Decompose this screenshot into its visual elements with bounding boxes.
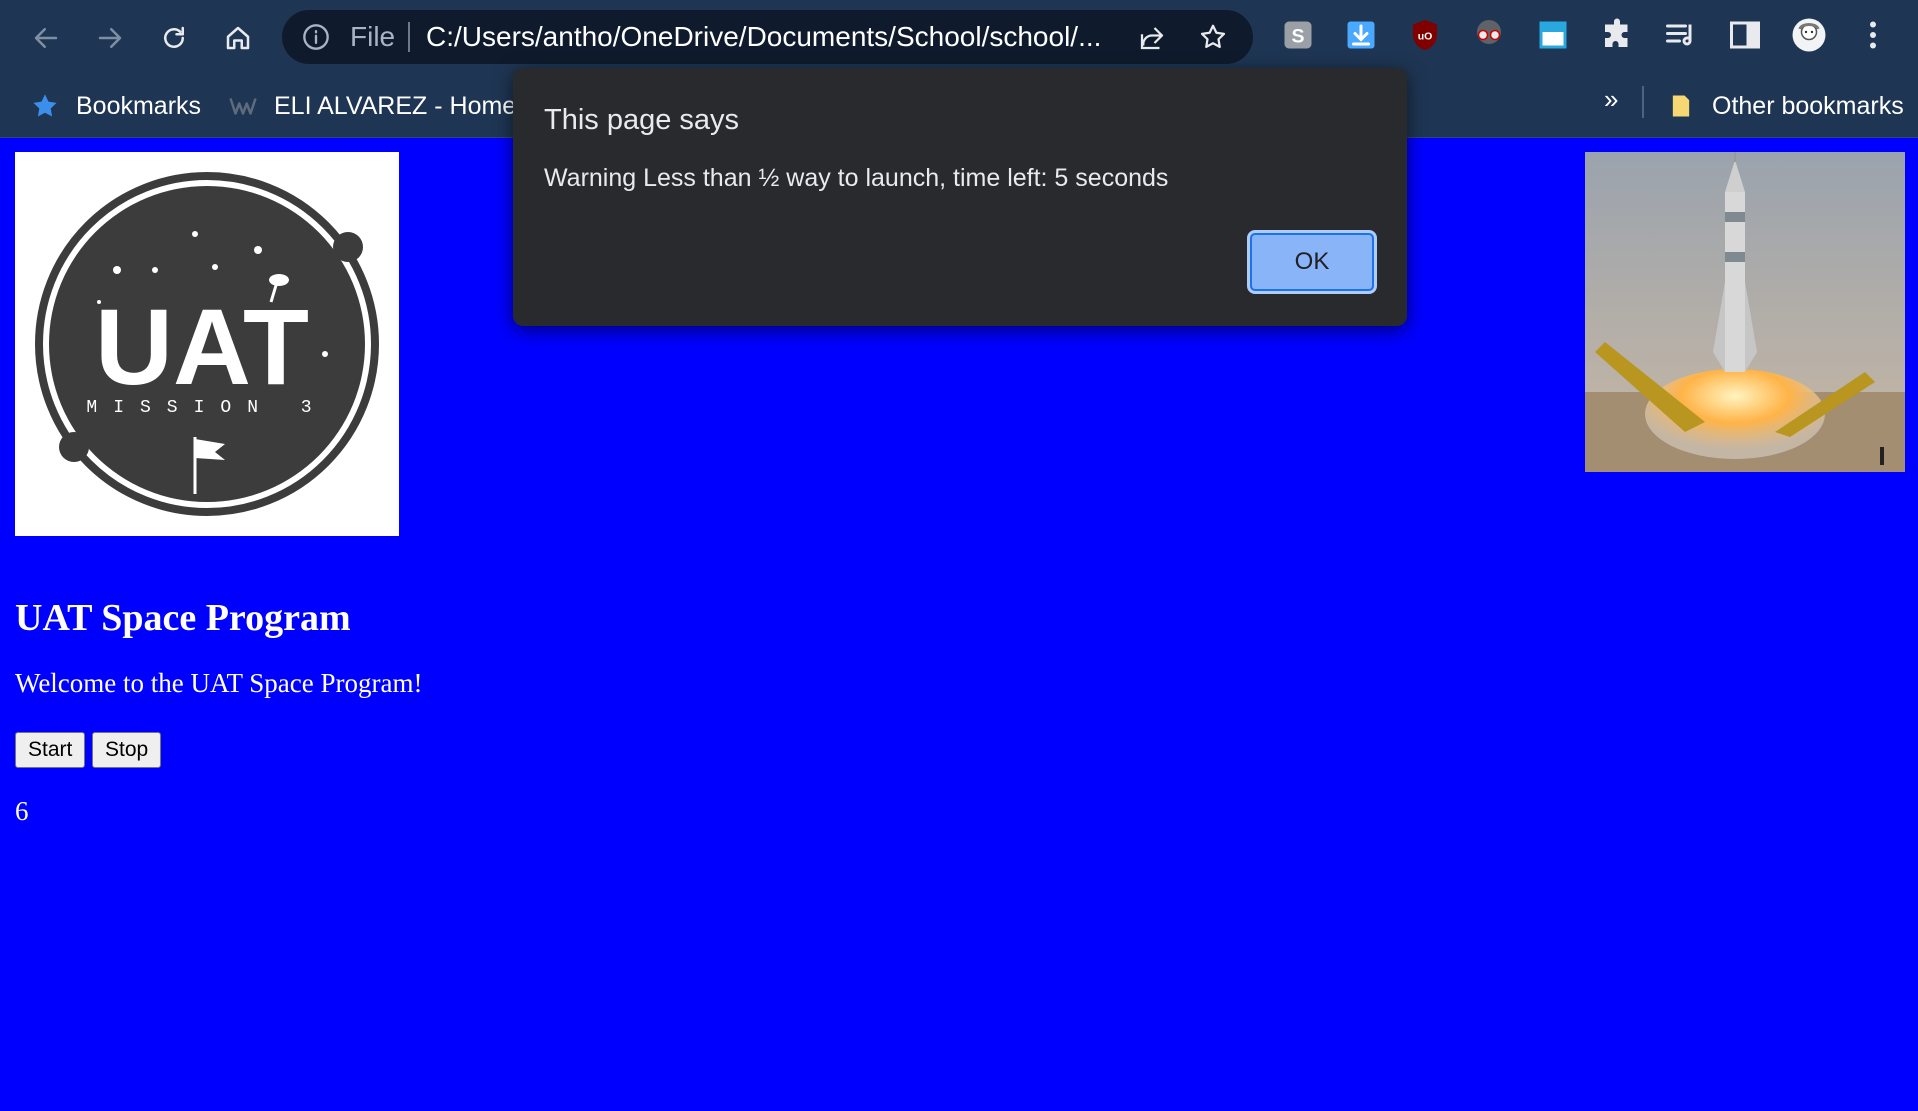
url-text[interactable]: C:/Users/antho/OneDrive/Documents/School…	[426, 21, 1101, 53]
reload-button[interactable]	[154, 18, 194, 58]
omnibox-divider	[408, 22, 410, 52]
dialog-title: This page says	[544, 104, 740, 136]
star-icon	[30, 91, 60, 121]
reload-icon	[164, 26, 184, 48]
rocket-launch-photo	[1585, 152, 1905, 472]
stop-button[interactable]: Stop	[92, 732, 162, 768]
page-title: UAT Space Program	[15, 597, 351, 639]
other-bookmarks-label: Other bookmarks	[1712, 91, 1904, 120]
back-button[interactable]	[26, 18, 66, 58]
side-panel-icon[interactable]	[1726, 16, 1764, 54]
scheme-label: File	[350, 21, 396, 52]
forward-button[interactable]	[90, 18, 130, 58]
bookmark-item-eli-alvarez[interactable]: ELI ALVAREZ - Home	[228, 86, 516, 126]
window-extension-icon[interactable]	[1534, 16, 1572, 54]
svg-text:S: S	[1291, 26, 1304, 48]
svg-text:uO: uO	[1418, 31, 1433, 43]
s-extension-icon[interactable]: S	[1279, 16, 1317, 54]
folder-icon	[1666, 91, 1696, 121]
bookmark-star-icon[interactable]	[1198, 22, 1228, 52]
reading-list-icon[interactable]	[1662, 16, 1700, 54]
home-icon	[226, 26, 250, 50]
spy-glasses-icon[interactable]	[1470, 16, 1508, 54]
address-bar[interactable]: File C:/Users/antho/OneDrive/Documents/S…	[282, 10, 1253, 64]
welcome-text: Welcome to the UAT Space Program!	[15, 668, 423, 698]
share-icon[interactable]	[1137, 23, 1167, 53]
bookmark-label: Bookmarks	[76, 91, 202, 120]
forward-arrow-icon	[98, 28, 122, 48]
alert-dialog: This page says Warning Less than ½ way t…	[513, 68, 1407, 326]
info-icon[interactable]	[302, 23, 330, 51]
other-bookmarks[interactable]: Other bookmarks	[1666, 86, 1904, 126]
logo-subtitle: MISSION 3	[86, 398, 327, 418]
bookmark-item-bookmarks[interactable]: Bookmarks	[30, 86, 201, 126]
uat-mission-logo: UAT MISSION 3	[15, 152, 399, 536]
weebly-w-icon	[228, 91, 258, 121]
puzzle-icon[interactable]	[1598, 16, 1636, 54]
ok-button[interactable]: OK	[1247, 230, 1377, 294]
countdown-value: 6	[15, 796, 29, 826]
kebab-menu-icon[interactable]	[1854, 16, 1892, 54]
home-button[interactable]	[218, 18, 258, 58]
ublock-icon[interactable]: uO	[1406, 16, 1444, 54]
logo-brand: UAT	[95, 286, 309, 407]
dialog-message: Warning Less than ½ way to launch, time …	[544, 164, 1169, 192]
start-button[interactable]: Start	[15, 732, 86, 768]
browser-toolbar: File C:/Users/antho/OneDrive/Documents/S…	[0, 0, 1918, 74]
profile-avatar[interactable]	[1790, 16, 1828, 54]
back-arrow-icon	[34, 28, 58, 48]
bookmarks-divider	[1642, 86, 1644, 118]
bookmark-label: ELI ALVAREZ - Home	[274, 91, 517, 120]
download-icon[interactable]	[1342, 16, 1380, 54]
bookmarks-overflow-chevron[interactable]: »	[1604, 84, 1618, 115]
